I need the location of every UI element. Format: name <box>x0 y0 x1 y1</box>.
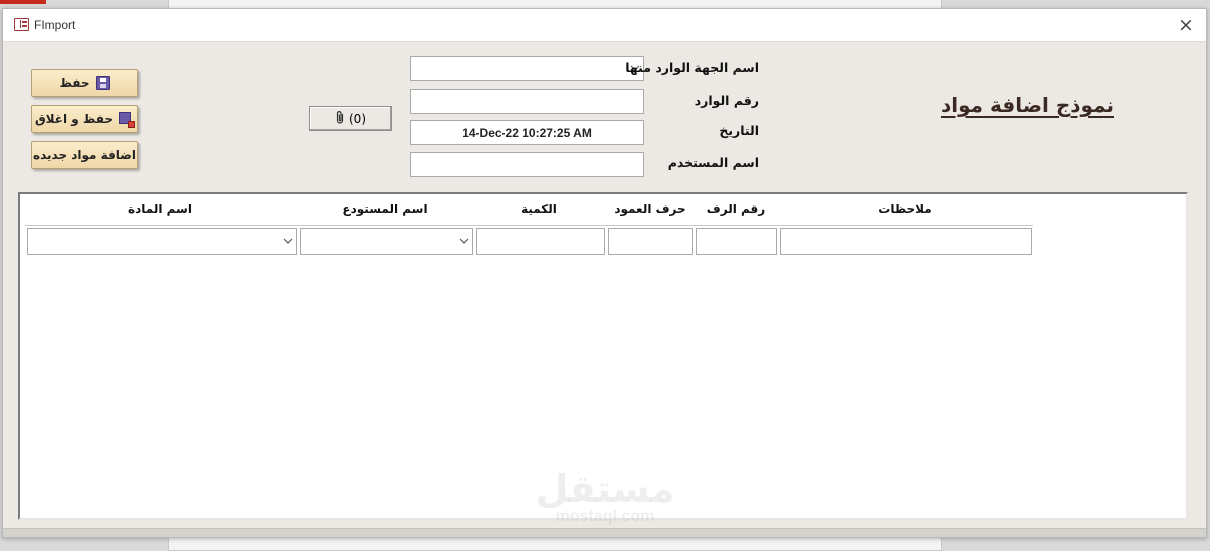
chevron-down-icon[interactable] <box>279 229 296 254</box>
attachments-count: (0) <box>349 111 366 126</box>
incoming-number-label: رقم الوارد <box>694 93 759 108</box>
notes-cell[interactable] <box>780 228 1032 255</box>
column-header-column-letter: حرف العمود <box>614 202 686 216</box>
save-close-button-label: حفظ و اغلاق <box>34 112 114 126</box>
header-divider <box>25 225 1033 226</box>
add-new-items-button[interactable]: اضافة مواد جديده <box>31 141 138 169</box>
form-title: نموذج اضافة مواد <box>940 93 1114 117</box>
quantity-cell[interactable] <box>476 228 605 255</box>
warehouse-combo[interactable] <box>300 228 473 255</box>
user-name-label: اسم المستخدم <box>667 155 759 170</box>
chevron-down-icon[interactable] <box>455 229 472 254</box>
save-close-icon <box>119 111 136 128</box>
title-bar: FImport × <box>3 9 1206 42</box>
save-disk-icon <box>95 76 110 90</box>
shelf-no-cell[interactable] <box>696 228 777 255</box>
items-subform: ملاحظات رقم الرف حرف العمود الكمية اسم ا… <box>18 192 1188 520</box>
column-header-notes: ملاحظات <box>878 202 932 216</box>
incoming-number-field[interactable] <box>410 89 644 114</box>
user-name-field[interactable] <box>410 152 644 177</box>
date-value: 14-Dec-22 10:27:25 AM <box>462 125 592 140</box>
form-bottom-bar <box>3 528 1206 537</box>
paperclip-icon <box>335 110 346 128</box>
column-header-item-name: اسم المادة <box>128 202 192 216</box>
background-accent <box>0 0 46 4</box>
date-field[interactable]: 14-Dec-22 10:27:25 AM <box>410 120 644 145</box>
save-button[interactable]: حفظ <box>31 69 138 97</box>
window-title: FImport <box>34 18 76 32</box>
save-button-label: حفظ <box>59 76 90 90</box>
close-button[interactable]: × <box>1176 15 1196 35</box>
item-name-combo[interactable] <box>27 228 297 255</box>
date-label: التاريخ <box>719 123 759 138</box>
form-icon <box>14 18 29 31</box>
column-letter-cell[interactable] <box>608 228 693 255</box>
column-header-shelf-no: رقم الرف <box>706 202 766 216</box>
attachments-button[interactable]: (0) <box>309 106 392 131</box>
column-header-warehouse: اسم المستودع <box>342 202 428 216</box>
form-window: FImport × حفظ حفظ و اغلاق اضافة مواد جدي… <box>2 8 1207 538</box>
add-new-items-label: اضافة مواد جديده <box>32 148 137 162</box>
source-combo[interactable] <box>410 56 644 81</box>
save-close-button[interactable]: حفظ و اغلاق <box>31 105 138 133</box>
column-header-quantity: الكمية <box>521 202 557 216</box>
source-label: اسم الجهة الوارد منها <box>625 60 759 75</box>
